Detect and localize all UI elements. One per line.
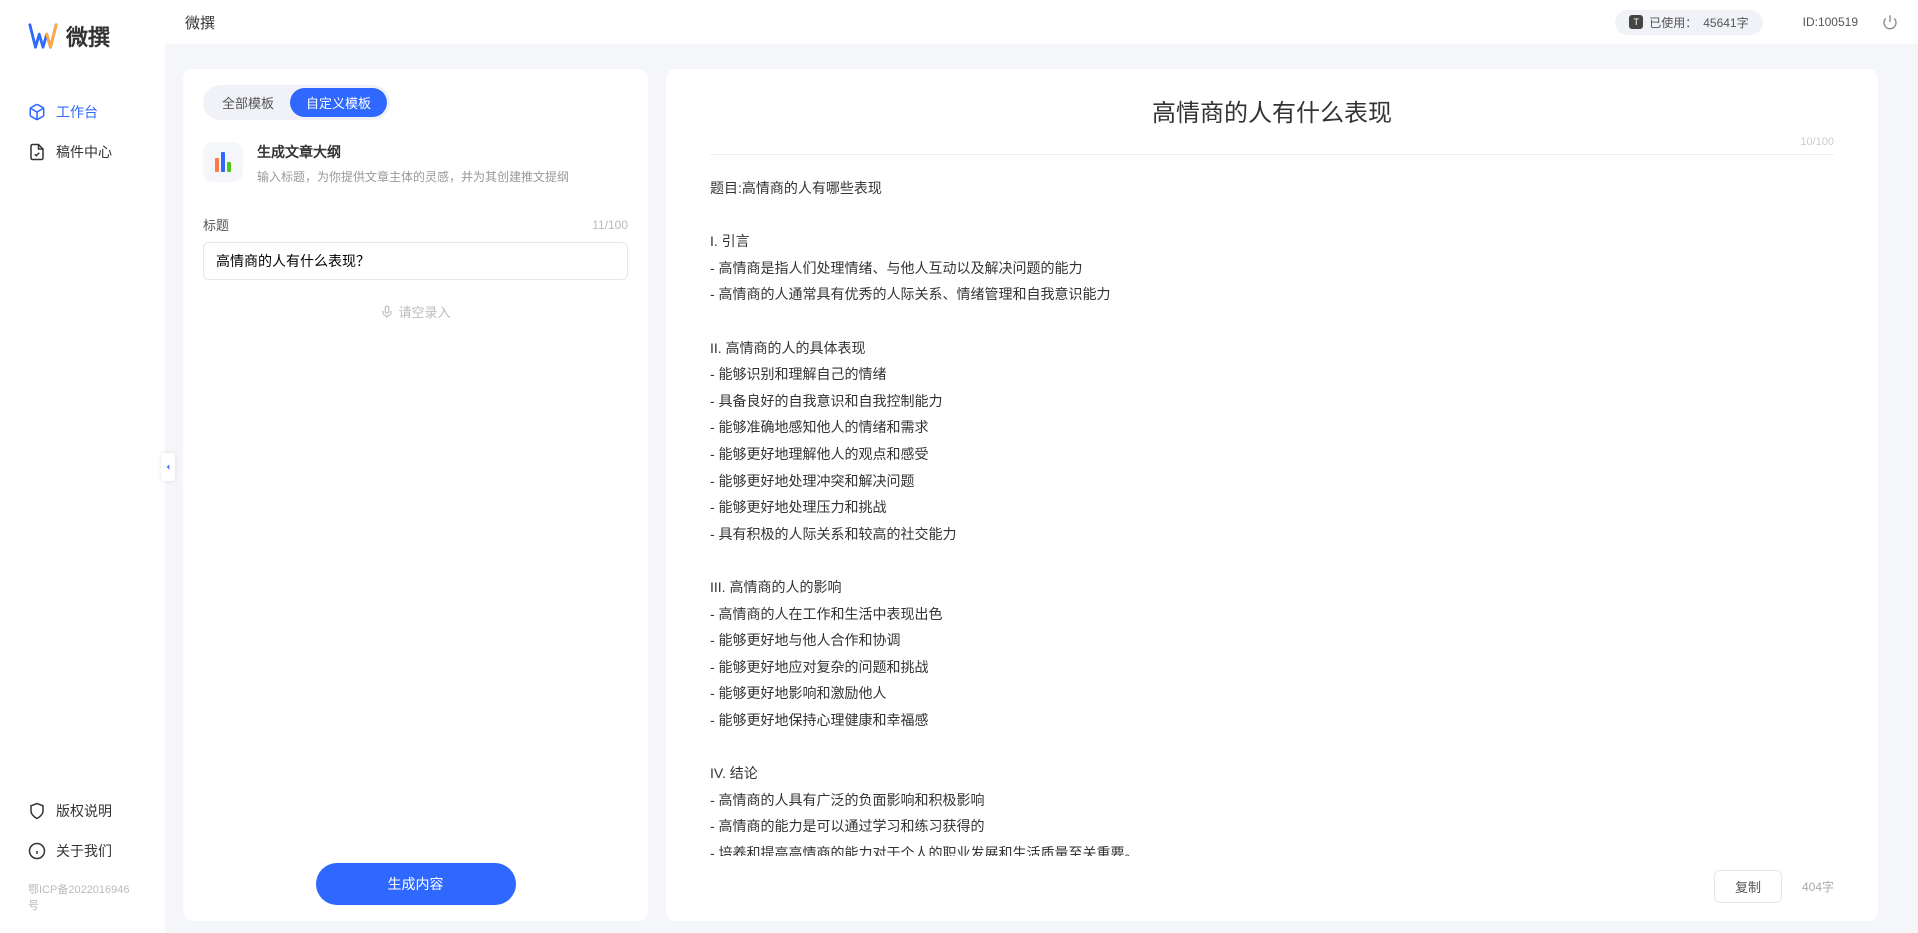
app-logo: 微撰 <box>0 20 165 92</box>
title-label: 标题 <box>203 215 229 234</box>
mic-icon <box>380 305 394 319</box>
tab-all-templates[interactable]: 全部模板 <box>206 88 290 117</box>
text-icon: T <box>1629 15 1643 29</box>
info-icon <box>28 842 46 860</box>
template-card: 生成文章大纲 输入标题，为你提供文章主体的灵感，并为其创建推文提纲 <box>203 142 628 185</box>
generate-button[interactable]: 生成内容 <box>316 863 516 905</box>
nav-workspace[interactable]: 工作台 <box>0 92 165 132</box>
template-icon <box>203 142 243 182</box>
nav-copyright[interactable]: 版权说明 <box>0 791 165 831</box>
nav-label: 工作台 <box>56 102 98 122</box>
logo-text: 微撰 <box>66 20 110 52</box>
output-panel: 高情商的人有什么表现 10/100 题目:高情商的人有哪些表现 I. 引言 - … <box>666 69 1878 921</box>
power-icon[interactable] <box>1882 14 1898 30</box>
input-panel: 全部模板 自定义模板 生成文章大纲 输入标题，为你提供文章主体的灵感， <box>183 69 648 921</box>
usage-prefix: 已使用： <box>1649 14 1697 31</box>
output-title: 高情商的人有什么表现 <box>710 93 1834 128</box>
title-counter: 11/100 <box>592 218 628 232</box>
nav-about[interactable]: 关于我们 <box>0 831 165 871</box>
sidebar-collapse-handle[interactable] <box>161 453 175 481</box>
file-icon <box>28 143 46 161</box>
usage-badge[interactable]: T 已使用： 45641字 <box>1615 10 1762 35</box>
shield-icon <box>28 802 46 820</box>
template-tabs: 全部模板 自定义模板 <box>203 85 390 120</box>
sidebar: 微撰 工作台 稿件中心 版权说明 关于我们 鄂ICP备2022016946号 <box>0 0 165 933</box>
tab-custom-templates[interactable]: 自定义模板 <box>290 88 387 117</box>
page-title: 微撰 <box>185 12 215 33</box>
nav-label: 稿件中心 <box>56 142 112 162</box>
template-title: 生成文章大纲 <box>257 142 628 162</box>
copy-button[interactable]: 复制 <box>1714 870 1782 903</box>
nav-label: 关于我们 <box>56 841 112 861</box>
output-content[interactable]: 题目:高情商的人有哪些表现 I. 引言 - 高情商是指人们处理情绪、与他人互动以… <box>710 155 1834 856</box>
voice-input-hint[interactable]: 请空录入 <box>203 280 628 343</box>
chevron-left-icon <box>163 462 173 472</box>
word-count: 404字 <box>1802 878 1834 895</box>
nav-label: 版权说明 <box>56 801 112 821</box>
logo-icon <box>28 21 58 51</box>
output-title-counter: 10/100 <box>710 136 1834 155</box>
usage-value: 45641字 <box>1703 14 1748 31</box>
title-input[interactable] <box>203 242 628 280</box>
template-desc: 输入标题，为你提供文章主体的灵感，并为其创建推文提纲 <box>257 168 628 185</box>
cube-icon <box>28 103 46 121</box>
topbar: 微撰 T 已使用： 45641字 ID:100519 <box>165 0 1918 44</box>
icp-text: 鄂ICP备2022016946号 <box>0 871 165 913</box>
nav-drafts[interactable]: 稿件中心 <box>0 132 165 172</box>
user-id: ID:100519 <box>1803 15 1858 29</box>
